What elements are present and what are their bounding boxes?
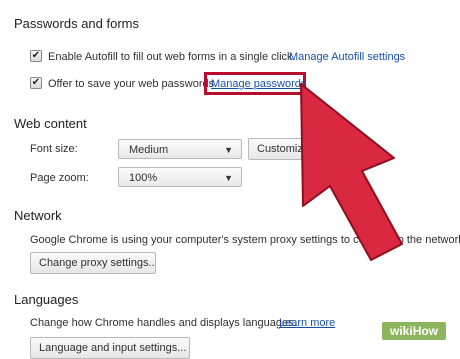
- watermark-wiki: wiki: [390, 324, 413, 338]
- watermark-how: How: [412, 324, 439, 338]
- wikihow-watermark: wikiHow: [382, 322, 447, 340]
- pointer-arrow-icon: [300, 83, 403, 261]
